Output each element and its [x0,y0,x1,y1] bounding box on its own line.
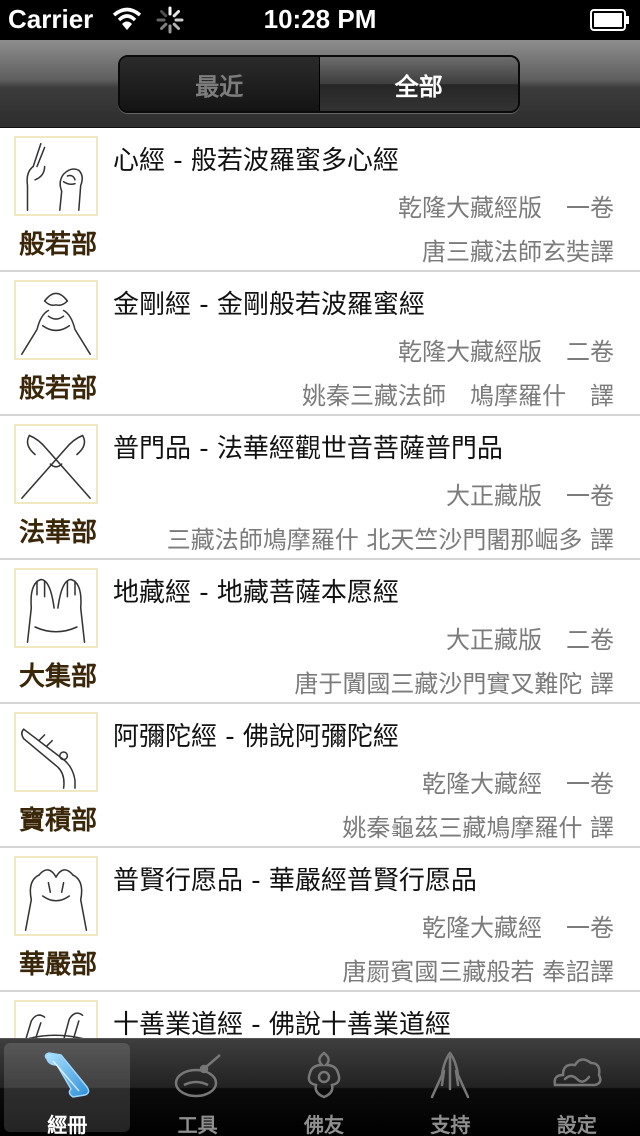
category-label: 大集部 [18,662,97,692]
lotus-mudra-icon [14,424,98,504]
wooden-fish-icon [174,1054,221,1098]
status-time: 10:28 PM [263,4,377,34]
sutra-edition: 大正藏版 二卷 [446,626,614,654]
sutra-row[interactable]: 大集部 地藏經 - 地藏菩薩本愿經 大正藏版 二卷 唐于闐國三藏沙門實叉難陀 譯 [0,560,640,704]
sutra-title: 阿彌陀經 - 佛說阿彌陀經 [113,722,399,752]
sutra-edition: 乾隆大藏經 一卷 [422,770,614,798]
sutra-translator: 唐罽賓國三藏般若 奉詔譯 [342,958,614,986]
nav-bar: 最近 全部 [0,40,640,128]
sutra-row[interactable]: 法華部 普門品 - 法華經觀世音菩薩普門品 大正藏版 一卷 三藏法師鳩摩羅什 北… [0,416,640,560]
sutra-translator: 唐三藏法師玄奘譯 [422,238,614,266]
sutra-title: 心經 - 般若波羅蜜多心經 [113,146,399,176]
sutra-translator: 三藏法師鳩摩羅什 北天竺沙門闍那崛多 譯 [166,526,614,554]
tab-bar: 經冊 工具 佛友 支持 設定 [0,1038,640,1136]
ruyi-cloud-icon [307,1051,341,1099]
sutra-row[interactable]: 華嚴部 普賢行愿品 - 華嚴經普賢行愿品 乾隆大藏經 一卷 唐罽賓國三藏般若 奉… [0,848,640,992]
praying-hands-icon [431,1051,470,1099]
dizang-mudra-icon [14,568,98,648]
sutra-title: 普賢行愿品 - 華嚴經普賢行愿品 [113,866,477,896]
prajna-mudra-icon [14,136,98,216]
sutra-edition: 乾隆大藏經 一卷 [422,914,614,942]
cloud-icon [553,1058,602,1087]
segment-recent[interactable]: 最近 [120,57,320,111]
category-label: 寶積部 [18,806,97,836]
sutra-title: 十善業道經 - 佛說十善業道經 [113,1010,451,1038]
ten-good-deeds-mudra-icon [14,1000,98,1038]
tab-tools[interactable]: 工具 [134,1039,260,1136]
tab-sutras[interactable]: 經冊 [4,1043,131,1136]
scroll-icon [44,1052,90,1098]
sutra-edition: 乾隆大藏經版 一卷 [398,194,614,222]
tab-settings[interactable]: 設定 [514,1039,640,1136]
sutra-edition: 大正藏版 一卷 [446,482,614,510]
battery-icon [590,9,629,31]
sutra-title: 金剛經 - 金剛般若波羅蜜經 [113,290,425,320]
tab-label: 支持 [430,1113,471,1136]
sutra-translator: 姚秦三藏法師 鳩摩羅什 譯 [302,382,614,410]
tab-support[interactable]: 支持 [387,1039,513,1136]
tab-label: 經冊 [47,1113,88,1136]
sutra-title: 地藏經 - 地藏菩薩本愿經 [113,578,399,608]
segmented-control: 最近 全部 [118,55,520,113]
segment-all[interactable]: 全部 [319,57,518,111]
sutra-row[interactable]: 般若部 心經 - 般若波羅蜜多心經 乾隆大藏經版 一卷 唐三藏法師玄奘譯 [0,128,640,272]
tab-label: 設定 [556,1113,597,1136]
tab-label: 工具 [177,1113,218,1136]
sutra-translator: 姚秦龜茲三藏鳩摩羅什 譯 [342,814,614,842]
sutra-row[interactable]: 十善業道經 - 佛說十善業道經 [0,992,640,1038]
diamond-mudra-icon [14,280,98,360]
tab-friends[interactable]: 佛友 [261,1039,387,1136]
category-label: 般若部 [18,230,97,260]
samantabhadra-mudra-icon [14,856,98,936]
category-label: 法華部 [18,518,97,548]
sutra-edition: 乾隆大藏經版 二卷 [398,338,614,366]
sutra-title: 普門品 - 法華經觀世音菩薩普門品 [113,434,503,464]
sutra-translator: 唐于闐國三藏沙門實叉難陀 譯 [294,670,614,698]
sutra-row[interactable]: 寶積部 阿彌陀經 - 佛說阿彌陀經 乾隆大藏經 一卷 姚秦龜茲三藏鳩摩羅什 譯 [0,704,640,848]
amitabha-mudra-icon [14,712,98,792]
category-label: 般若部 [18,374,97,404]
sutra-list: 般若部 心經 - 般若波羅蜜多心經 乾隆大藏經版 一卷 唐三藏法師玄奘譯 般若部… [0,128,640,1038]
category-label: 華嚴部 [18,950,97,980]
tab-label: 佛友 [304,1113,345,1136]
status-bar: Carrier 10:28 PM [0,0,640,40]
sutra-row[interactable]: 般若部 金剛經 - 金剛般若波羅蜜經 乾隆大藏經版 二卷 姚秦三藏法師 鳩摩羅什… [0,272,640,416]
